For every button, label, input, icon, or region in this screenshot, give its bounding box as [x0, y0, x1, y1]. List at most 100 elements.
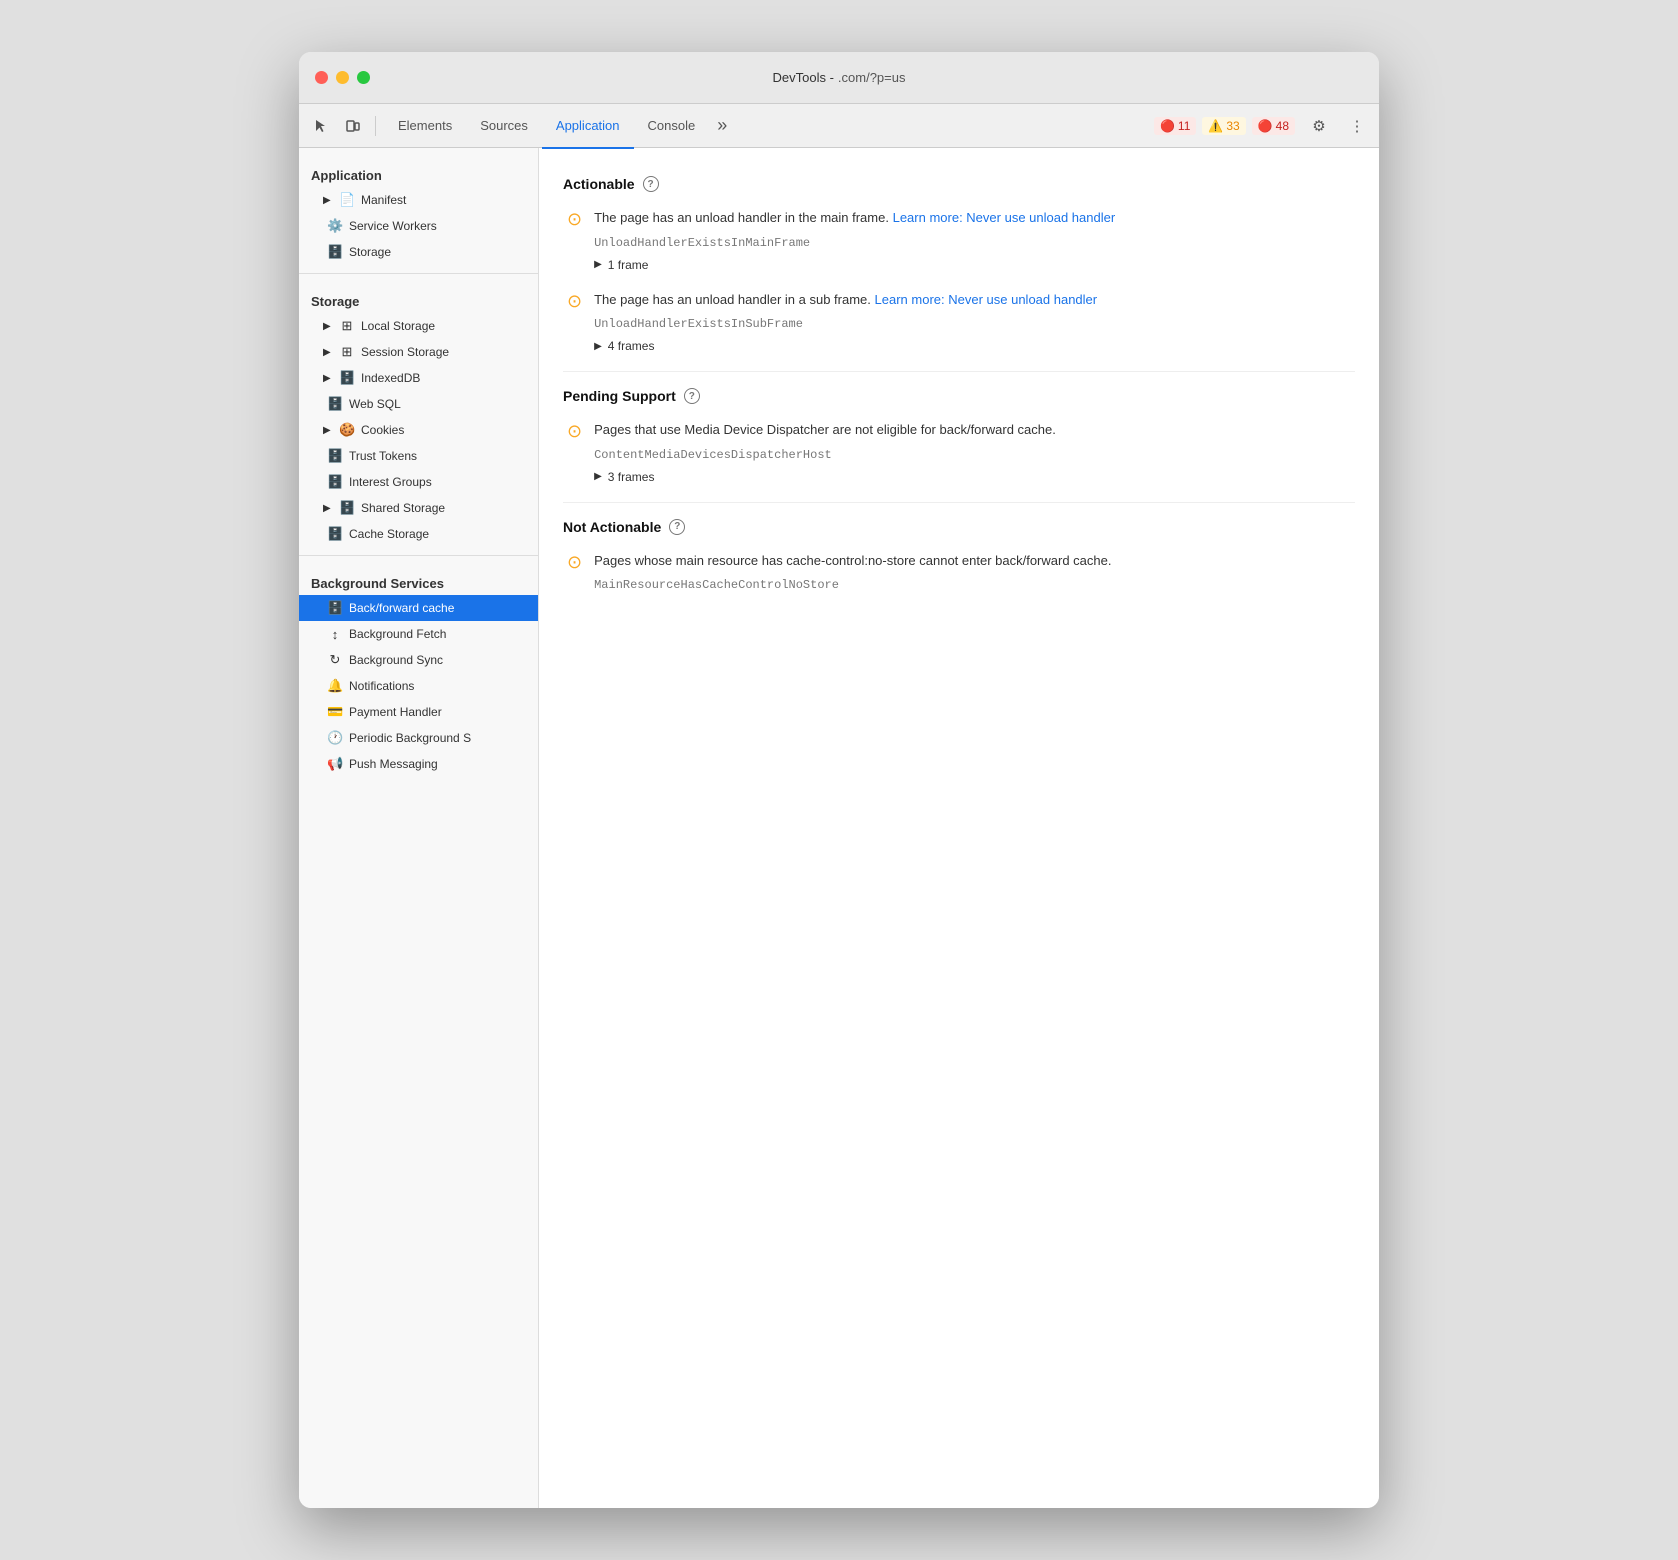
- issue-item-3: ⊙ Pages that use Media Device Dispatcher…: [563, 420, 1355, 484]
- window-title: DevTools -: [773, 70, 834, 85]
- issue4-text: Pages whose main resource has cache-cont…: [594, 551, 1355, 571]
- cookies-arrow-icon: ▶: [323, 425, 333, 436]
- device-toggle-button[interactable]: [339, 112, 367, 140]
- settings-button[interactable]: ⚙: [1305, 112, 1333, 140]
- sidebar-item-indexeddb[interactable]: ▶ 🗄️ IndexedDB: [299, 365, 538, 391]
- sidebar-item-shared-storage[interactable]: ▶ 🗄️ Shared Storage: [299, 495, 538, 521]
- tab-console[interactable]: Console: [634, 105, 710, 149]
- push-messaging-label: Push Messaging: [349, 757, 438, 771]
- main-content: Application ▶ 📄 Manifest ⚙️ Service Work…: [299, 148, 1379, 1508]
- manifest-label: Manifest: [361, 193, 406, 207]
- sidebar-item-web-sql[interactable]: 🗄️ Web SQL: [299, 391, 538, 417]
- storage-app-icon: 🗄️: [327, 244, 343, 260]
- sidebar-item-session-storage[interactable]: ▶ ⊞ Session Storage: [299, 339, 538, 365]
- issue4-code: MainResourceHasCacheControlNoStore: [594, 578, 1355, 592]
- not-actionable-title: Not Actionable: [563, 519, 661, 535]
- actionable-title: Actionable: [563, 176, 635, 192]
- tab-application[interactable]: Application: [542, 105, 634, 149]
- pending-support-title: Pending Support: [563, 388, 676, 404]
- sidebar-item-payment-handler[interactable]: 💳 Payment Handler: [299, 699, 538, 725]
- periodic-background-icon: 🕐: [327, 730, 343, 746]
- sidebar-item-interest-groups[interactable]: 🗄️ Interest Groups: [299, 469, 538, 495]
- cache-storage-label: Cache Storage: [349, 527, 429, 541]
- issue1-code: UnloadHandlerExistsInMainFrame: [594, 236, 1355, 250]
- sidebar-item-push-messaging[interactable]: 📢 Push Messaging: [299, 751, 538, 777]
- shared-storage-icon: 🗄️: [339, 500, 355, 516]
- warning-count: 33: [1226, 119, 1239, 133]
- periodic-background-label: Periodic Background S: [349, 731, 471, 745]
- issue3-frames[interactable]: ▶ 3 frames: [594, 470, 1355, 484]
- window-url: .com/?p=us: [838, 70, 906, 85]
- indexeddb-label: IndexedDB: [361, 371, 420, 385]
- trust-tokens-icon: 🗄️: [327, 448, 343, 464]
- pending-support-help-icon[interactable]: ?: [684, 388, 700, 404]
- cookies-label: Cookies: [361, 423, 404, 437]
- local-storage-icon: ⊞: [339, 318, 355, 334]
- cursor-tool-button[interactable]: [307, 112, 335, 140]
- indexeddb-arrow-icon: ▶: [323, 373, 333, 384]
- more-menu-button[interactable]: ⋮: [1343, 112, 1371, 140]
- error-badge[interactable]: 🔴 11: [1154, 117, 1196, 135]
- issue-icon: 🔴: [1258, 119, 1273, 133]
- background-fetch-label: Background Fetch: [349, 627, 446, 641]
- issue3-frames-count: 3 frames: [608, 470, 655, 484]
- application-section-label: Application: [299, 156, 538, 187]
- issue1-frames[interactable]: ▶ 1 frame: [594, 258, 1355, 272]
- tab-elements[interactable]: Elements: [384, 105, 466, 149]
- background-sync-label: Background Sync: [349, 653, 443, 667]
- issue1-description: The page has an unload handler in the ma…: [594, 210, 889, 225]
- more-tabs-button[interactable]: »: [709, 115, 735, 136]
- section-divider-2: [563, 502, 1355, 503]
- notifications-label: Notifications: [349, 679, 414, 693]
- close-button[interactable]: [315, 71, 328, 84]
- issue2-text: The page has an unload handler in a sub …: [594, 290, 1355, 310]
- issue1-link[interactable]: Learn more: Never use unload handler: [893, 210, 1116, 225]
- issue-badge[interactable]: 🔴 48: [1252, 117, 1295, 135]
- devtools-toolbar: Elements Sources Application Console » 🔴…: [299, 104, 1379, 148]
- sidebar-item-back-forward-cache[interactable]: 🗄️ Back/forward cache: [299, 595, 538, 621]
- main-panel: Actionable ? ⊙ The page has an unload ha…: [539, 148, 1379, 1508]
- web-sql-label: Web SQL: [349, 397, 401, 411]
- tab-sources[interactable]: Sources: [466, 105, 542, 149]
- session-storage-label: Session Storage: [361, 345, 449, 359]
- sidebar-item-manifest[interactable]: ▶ 📄 Manifest: [299, 187, 538, 213]
- notifications-icon: 🔔: [327, 678, 343, 694]
- sidebar-item-notifications[interactable]: 🔔 Notifications: [299, 673, 538, 699]
- session-storage-arrow-icon: ▶: [323, 347, 333, 358]
- manifest-icon: 📄: [339, 192, 355, 208]
- sidebar-item-service-workers[interactable]: ⚙️ Service Workers: [299, 213, 538, 239]
- toolbar-badges: 🔴 11 ⚠️ 33 🔴 48 ⚙ ⋮: [1154, 112, 1371, 140]
- maximize-button[interactable]: [357, 71, 370, 84]
- sidebar-item-trust-tokens[interactable]: 🗄️ Trust Tokens: [299, 443, 538, 469]
- sidebar-item-cookies[interactable]: ▶ 🍪 Cookies: [299, 417, 538, 443]
- interest-groups-label: Interest Groups: [349, 475, 432, 489]
- sidebar-item-cache-storage[interactable]: 🗄️ Cache Storage: [299, 521, 538, 547]
- not-actionable-help-icon[interactable]: ?: [669, 519, 685, 535]
- sidebar-item-local-storage[interactable]: ▶ ⊞ Local Storage: [299, 313, 538, 339]
- indexeddb-icon: 🗄️: [339, 370, 355, 386]
- sidebar-item-periodic-background[interactable]: 🕐 Periodic Background S: [299, 725, 538, 751]
- trust-tokens-label: Trust Tokens: [349, 449, 417, 463]
- shared-storage-arrow-icon: ▶: [323, 503, 333, 514]
- cookies-icon: 🍪: [339, 422, 355, 438]
- interest-groups-icon: 🗄️: [327, 474, 343, 490]
- sidebar-item-storage-app[interactable]: 🗄️ Storage: [299, 239, 538, 265]
- titlebar-center: DevTools - .com/?p=us: [773, 70, 906, 85]
- section-divider-1: [563, 371, 1355, 372]
- back-forward-cache-label: Back/forward cache: [349, 601, 454, 615]
- issue2-frames[interactable]: ▶ 4 frames: [594, 339, 1355, 353]
- manifest-arrow-icon: ▶: [323, 195, 333, 206]
- minimize-button[interactable]: [336, 71, 349, 84]
- push-messaging-icon: 📢: [327, 756, 343, 772]
- storage-section-label: Storage: [299, 282, 538, 313]
- traffic-lights: [315, 71, 370, 84]
- actionable-help-icon[interactable]: ?: [643, 176, 659, 192]
- issue-item-4: ⊙ Pages whose main resource has cache-co…: [563, 551, 1355, 593]
- issue2-link[interactable]: Learn more: Never use unload handler: [875, 292, 1098, 307]
- sidebar-item-background-sync[interactable]: ↻ Background Sync: [299, 647, 538, 673]
- issue3-content: Pages that use Media Device Dispatcher a…: [594, 420, 1355, 484]
- warning-badge[interactable]: ⚠️ 33: [1202, 117, 1245, 135]
- issue-count: 48: [1276, 119, 1289, 133]
- session-storage-icon: ⊞: [339, 344, 355, 360]
- sidebar-item-background-fetch[interactable]: ↕ Background Fetch: [299, 621, 538, 647]
